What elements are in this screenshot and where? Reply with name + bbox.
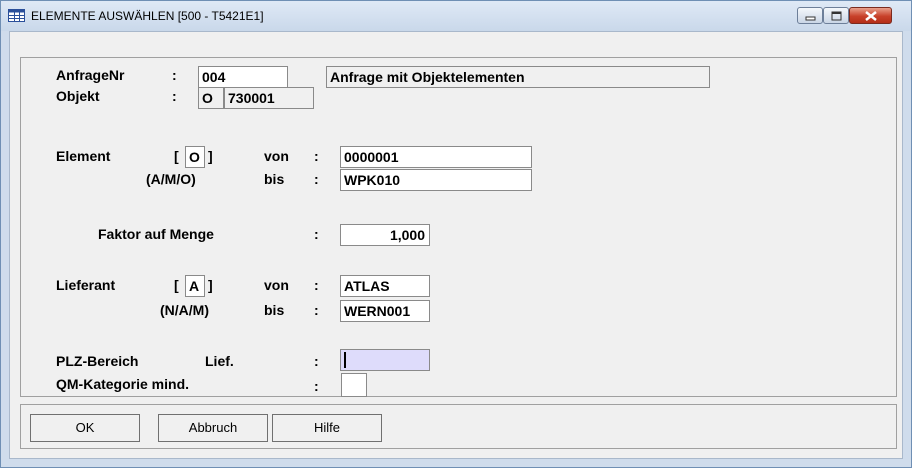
element-type-field[interactable]: O xyxy=(185,146,205,168)
maximize-button[interactable] xyxy=(823,7,849,24)
faktor-colon: : xyxy=(314,226,319,242)
ok-button[interactable]: OK xyxy=(30,414,140,442)
table-icon xyxy=(8,9,25,22)
title-bar[interactable]: ELEMENTE AUSWÄHLEN [500 - T5421E1] xyxy=(1,1,911,31)
faktor-field[interactable]: 1,000 xyxy=(340,224,430,246)
anfrage-label: AnfrageNr xyxy=(56,67,125,83)
plz-label: PLZ-Bereich xyxy=(56,353,139,369)
element-von-label: von xyxy=(264,148,289,164)
element-from-field[interactable]: 0000001 xyxy=(340,146,532,168)
element-bracket-open: [ xyxy=(174,148,179,164)
minimize-icon xyxy=(805,16,816,21)
help-button[interactable]: Hilfe xyxy=(272,414,382,442)
text-cursor xyxy=(344,352,346,368)
element-von-colon: : xyxy=(314,148,319,164)
anfrage-number-field[interactable]: 004 xyxy=(198,66,288,88)
qm-category-field[interactable] xyxy=(341,373,367,397)
window-title: ELEMENTE AUSWÄHLEN [500 - T5421E1] xyxy=(31,9,264,23)
qm-colon: : xyxy=(314,378,319,394)
element-bis-label: bis xyxy=(264,171,285,187)
lieferant-von-colon: : xyxy=(314,277,319,293)
lieferant-type-hint: (N/A/M) xyxy=(160,302,209,318)
objekt-number-field: 730001 xyxy=(224,87,314,109)
minimize-button[interactable] xyxy=(797,7,823,24)
lieferant-label: Lieferant xyxy=(56,277,116,293)
button-frame xyxy=(20,404,897,449)
objekt-label: Objekt xyxy=(56,88,100,104)
element-to-field[interactable]: WPK010 xyxy=(340,169,532,191)
plz-range-field[interactable] xyxy=(340,349,430,371)
lieferant-from-field[interactable]: ATLAS xyxy=(340,275,430,297)
lieferant-to-field[interactable]: WERN001 xyxy=(340,300,430,322)
lieferant-bracket-close: ] xyxy=(208,277,213,293)
element-bracket-close: ] xyxy=(208,148,213,164)
plz-colon: : xyxy=(314,353,319,369)
objekt-colon: : xyxy=(172,88,177,104)
lieferant-type-field[interactable]: A xyxy=(185,275,205,297)
lieferant-von-label: von xyxy=(264,277,289,293)
element-label: Element xyxy=(56,148,111,164)
lieferant-bis-colon: : xyxy=(314,302,319,318)
lieferant-bis-label: bis xyxy=(264,302,285,318)
cancel-button[interactable]: Abbruch xyxy=(158,414,268,442)
anfrage-colon: : xyxy=(172,67,177,83)
close-icon xyxy=(865,11,877,21)
maximize-icon xyxy=(831,11,842,21)
close-button[interactable] xyxy=(849,7,892,24)
element-type-hint: (A/M/O) xyxy=(146,171,196,187)
objekt-type-field: O xyxy=(198,87,224,109)
qm-label: QM-Kategorie mind. xyxy=(56,376,190,392)
anfrage-description: Anfrage mit Objektelementen xyxy=(326,66,710,88)
element-bis-colon: : xyxy=(314,171,319,187)
lieferant-bracket-open: [ xyxy=(174,277,179,293)
plz-sub-label: Lief. xyxy=(205,353,234,369)
faktor-label: Faktor auf Menge xyxy=(98,226,214,242)
